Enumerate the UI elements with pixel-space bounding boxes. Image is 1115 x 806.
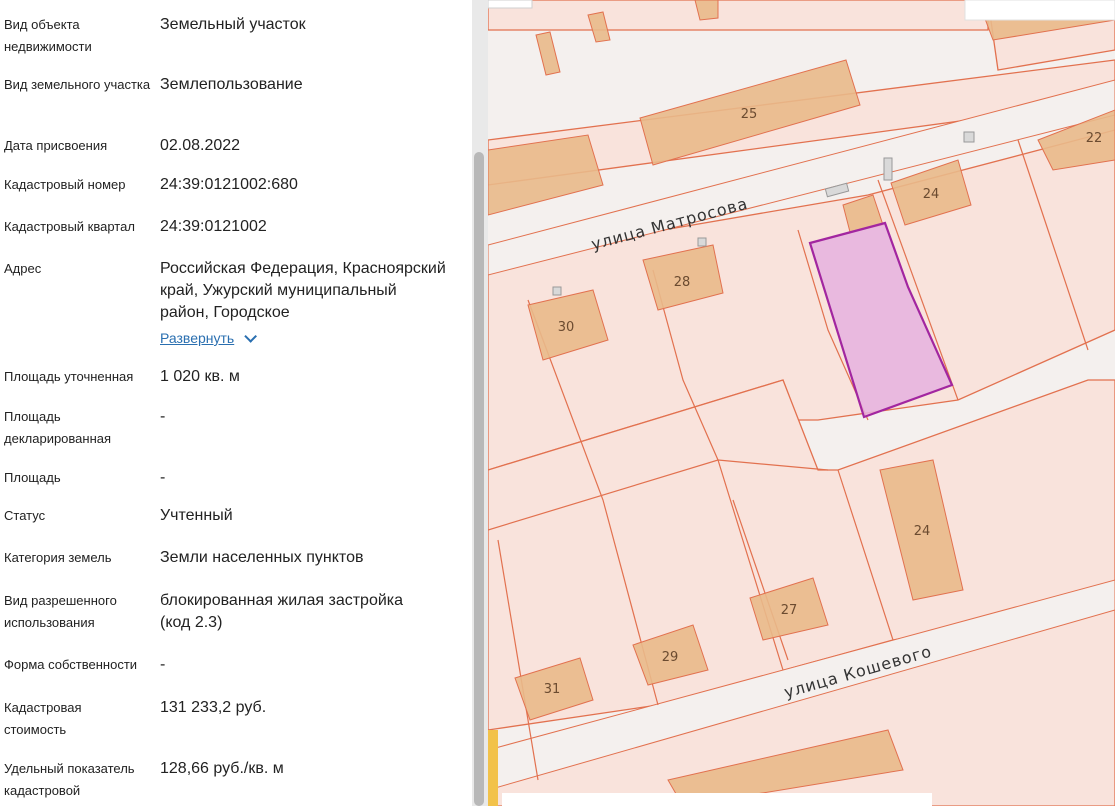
- detail-value: 131 233,2 руб.: [160, 699, 267, 716]
- detail-value: -: [160, 408, 166, 425]
- land-parcel[interactable]: [488, 0, 989, 31]
- detail-value: Земельный участок: [160, 16, 306, 33]
- address-value: Российская Федерация, Красноярский край,…: [160, 260, 446, 321]
- scrollbar-thumb[interactable]: [474, 152, 484, 806]
- detail-label: Дата присвоения: [4, 138, 108, 153]
- detail-label: Кадастровый квартал: [4, 219, 135, 234]
- structure: [552, 286, 562, 296]
- detail-label: Площадь уточненная: [4, 369, 134, 384]
- detail-label: Площадь декларированная: [4, 409, 112, 446]
- structure: [963, 131, 975, 143]
- detail-label: Адрес: [4, 261, 42, 276]
- chevron-down-icon: [244, 330, 258, 343]
- building-number-label: 22: [1086, 131, 1103, 146]
- detail-label: Кадастровая стоимость: [4, 700, 82, 737]
- structure: [697, 237, 707, 247]
- expand-label: Развернуть: [160, 330, 235, 346]
- structure: [883, 157, 893, 181]
- detail-value: Земли населенных пунктов: [160, 549, 364, 566]
- building-number-label: 25: [741, 107, 758, 122]
- detail-value: Землепользование: [160, 76, 303, 93]
- property-details-panel: Вид объекта недвижимости Земельный участ…: [0, 0, 472, 806]
- detail-label: Вид разрешенного использования: [4, 593, 117, 630]
- map-control[interactable]: [964, 0, 1115, 21]
- detail-label: Категория земель: [4, 550, 112, 565]
- detail-label: Удельный показатель кадастровой: [4, 761, 135, 798]
- building-number-label: 29: [662, 650, 679, 665]
- building-number-label: 30: [558, 320, 575, 335]
- map-overlay-bar: [502, 793, 932, 806]
- map-edge-marker: [488, 730, 498, 806]
- detail-value: -: [160, 656, 166, 673]
- building-number-label: 27: [781, 603, 798, 618]
- building-number-label: 28: [674, 275, 691, 290]
- detail-label: Вид земельного участка: [4, 77, 151, 92]
- detail-value: блокированная жилая застройка (код 2.3): [160, 592, 404, 631]
- detail-value: 24:39:0121002: [160, 218, 267, 235]
- detail-value: 02.08.2022: [160, 137, 241, 154]
- detail-label: Статус: [4, 508, 46, 523]
- building-number-label: 31: [544, 682, 561, 697]
- cadastral-map[interactable]: улица Матросова улица Кошевого 25 22 24 28 30 2…: [488, 0, 1115, 806]
- map-control[interactable]: [488, 0, 533, 9]
- detail-label: Форма собственности: [4, 657, 138, 672]
- building-number-label: 24: [923, 187, 940, 202]
- detail-value: Учтенный: [160, 507, 233, 524]
- building-number-label: 24: [914, 524, 931, 539]
- expand-address-link[interactable]: Развернуть: [160, 330, 258, 346]
- detail-label: Вид объекта недвижимости: [4, 17, 92, 54]
- detail-value: -: [160, 469, 166, 486]
- map-canvas[interactable]: улица Матросоваулица Кошевого25222428302…: [488, 0, 1115, 806]
- detail-value: 128,66 руб./кв. м: [160, 760, 284, 777]
- detail-label: Кадастровый номер: [4, 177, 126, 192]
- detail-value: 1 020 кв. м: [160, 368, 240, 385]
- cadastral-number: 24:39:0121002:680: [160, 176, 298, 193]
- detail-label: Площадь: [4, 470, 61, 485]
